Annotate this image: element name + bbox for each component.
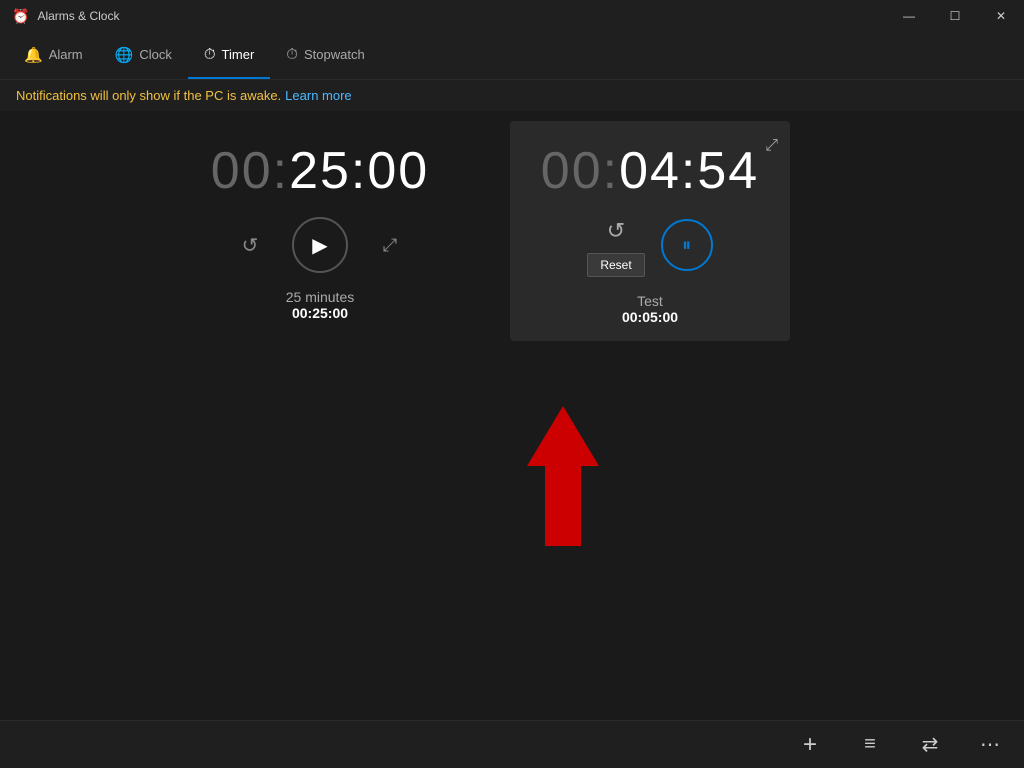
title-bar: ⏰ Alarms & Clock — ☐ ✕	[0, 0, 1024, 32]
timer1-display: 00:25:00	[211, 141, 429, 201]
title-bar-controls: — ☐ ✕	[886, 0, 1024, 32]
timer-icon: ⏱	[204, 46, 216, 63]
nav-clock[interactable]: 🌐 Clock	[99, 32, 188, 79]
notification-bar: Notifications will only show if the PC i…	[0, 80, 1024, 111]
title-bar-left: ⏰ Alarms & Clock	[12, 8, 119, 25]
timer1-reset-icon[interactable]: ↺	[232, 227, 268, 263]
nav-alarm[interactable]: 🔔 Alarm	[8, 32, 99, 79]
timer2-label: Test 00:05:00	[622, 293, 678, 325]
list-button[interactable]: ≡	[852, 727, 888, 763]
nav-timer-label: Timer	[222, 47, 255, 62]
arrow-head	[527, 406, 599, 466]
timer1-card: 00:25:00 ↺ ▶ ⤢ 25 minutes 00:25:00	[180, 141, 460, 321]
timer1-name: 25 minutes	[286, 289, 354, 305]
minimize-button[interactable]: —	[886, 0, 932, 32]
add-timer-button[interactable]: +	[792, 727, 828, 763]
app-title: Alarms & Clock	[37, 9, 119, 23]
timer2-pause-button[interactable]: ⏸	[661, 219, 713, 271]
nav-bar: 🔔 Alarm 🌐 Clock ⏱ Timer ⏱ Stopwatch	[0, 32, 1024, 80]
nav-stopwatch-label: Stopwatch	[304, 47, 365, 62]
nav-timer[interactable]: ⏱ Timer	[188, 32, 270, 79]
timer2-card: ⤢ 00:04:54 ↺ Reset ⏸ Test 00:05:00	[510, 121, 790, 341]
timer2-expand-button[interactable]: ⤢	[765, 137, 778, 155]
red-arrow	[527, 406, 599, 546]
timer1-display-dim: 00:	[211, 142, 289, 200]
timer2-display: 00:04:54	[541, 141, 759, 201]
notification-text: Notifications will only show if the PC i…	[16, 88, 281, 103]
nav-stopwatch[interactable]: ⏱ Stopwatch	[270, 32, 380, 79]
close-button[interactable]: ✕	[978, 0, 1024, 32]
maximize-button[interactable]: ☐	[932, 0, 978, 32]
main-content: 00:25:00 ↺ ▶ ⤢ 25 minutes 00:25:00 ⤢ 00:…	[0, 111, 1024, 720]
app-icon: ⏰	[12, 8, 29, 25]
timer1-label: 25 minutes 00:25:00	[286, 289, 354, 321]
clock-icon: 🌐	[115, 46, 134, 64]
swap-button[interactable]: ⇄	[912, 727, 948, 763]
timer2-reset-button[interactable]: Reset	[587, 253, 644, 277]
more-button[interactable]: ⋯	[972, 727, 1008, 763]
timer2-controls: ↺ Reset ⏸	[526, 213, 774, 277]
timer1-controls: ↺ ▶ ⤢	[232, 217, 408, 273]
arrow-shaft	[545, 466, 581, 546]
bottom-bar: + ≡ ⇄ ⋯	[0, 720, 1024, 768]
timer1-time: 00:25:00	[286, 305, 354, 321]
stopwatch-icon: ⏱	[286, 46, 298, 63]
timer2-display-dim: 00:	[541, 142, 619, 200]
nav-alarm-label: Alarm	[49, 47, 83, 62]
timer1-expand-button[interactable]: ⤢	[372, 227, 408, 263]
timer2-display-bold: 04:54	[619, 142, 759, 200]
learn-more-link[interactable]: Learn more	[285, 88, 351, 103]
timer2-reset-icon-btn[interactable]: ↺	[598, 213, 634, 249]
nav-clock-label: Clock	[139, 47, 172, 62]
timer2-name: Test	[622, 293, 678, 309]
timer1-display-bold: 25:00	[289, 142, 429, 200]
alarm-icon: 🔔	[24, 46, 43, 64]
timer1-play-button[interactable]: ▶	[292, 217, 348, 273]
timer2-time: 00:05:00	[622, 309, 678, 325]
